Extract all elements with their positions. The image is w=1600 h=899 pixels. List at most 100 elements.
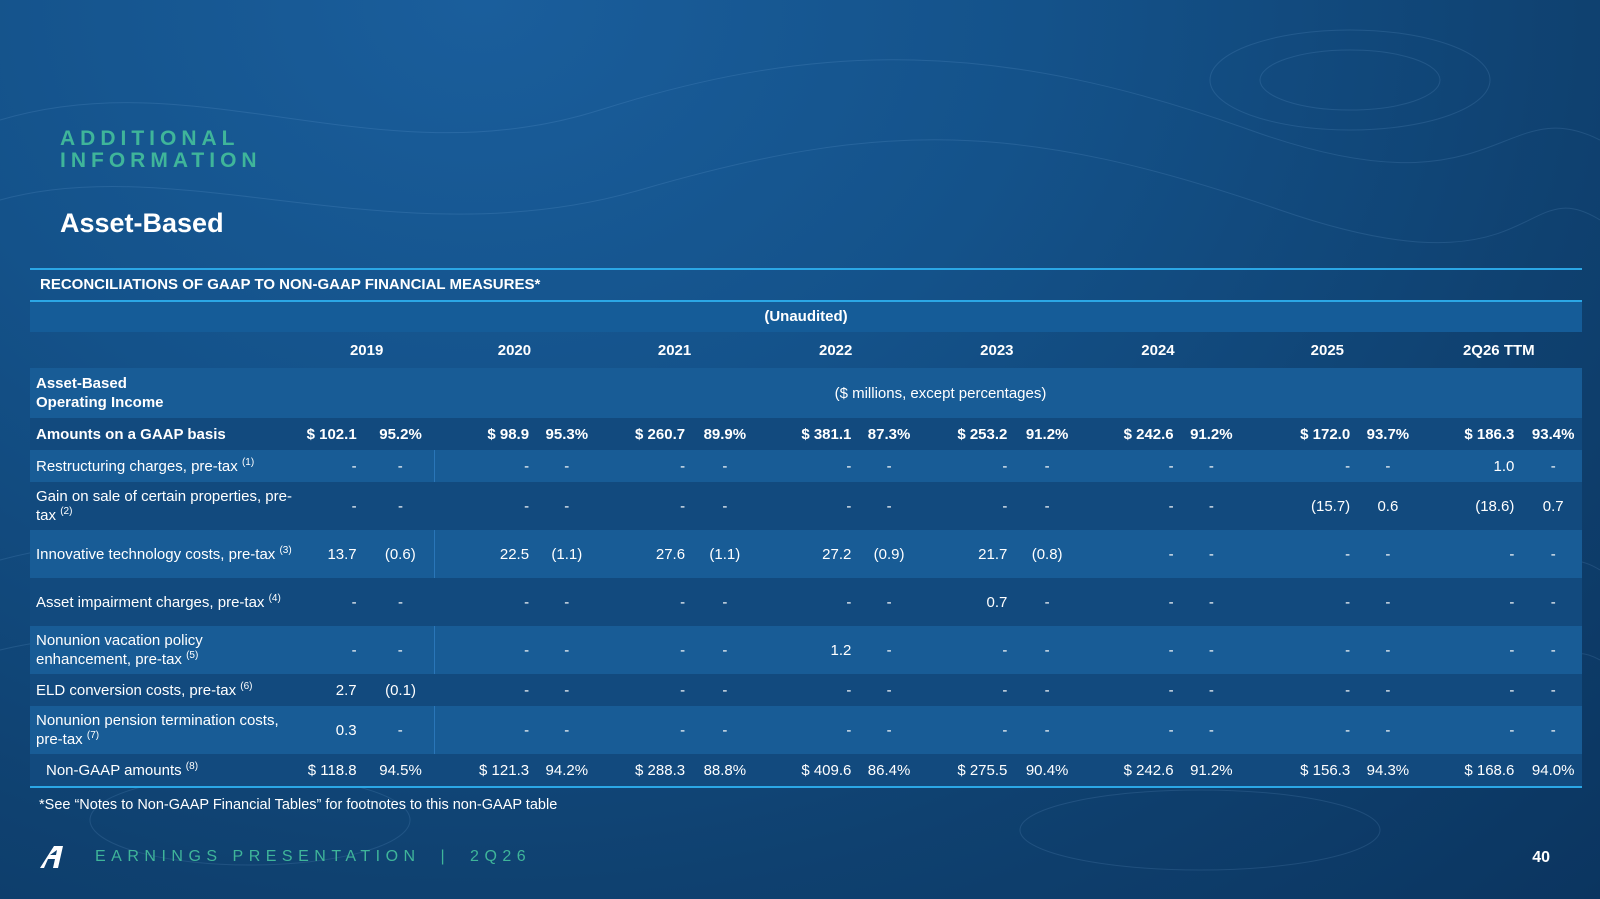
section-label: Asset-Based — [36, 375, 127, 392]
page-title: Asset-Based — [60, 208, 224, 238]
table-row: ELD conversion costs, pre-tax (6) 2.7 (0.1… — [30, 674, 1582, 706]
amount-cell: - — [298, 578, 367, 626]
footnote-marker: (2) — [60, 506, 73, 517]
amount-cell: - — [1239, 578, 1361, 626]
percent-cell: - — [1524, 626, 1582, 674]
percent-cell: - — [1360, 674, 1416, 706]
amount-cell: - — [916, 626, 1018, 674]
percent-cell: 93.4% — [1524, 418, 1582, 450]
amount-cell: - — [1415, 530, 1525, 578]
amount-cell: - — [433, 626, 540, 674]
percent-cell: - — [1360, 530, 1416, 578]
percent-cell: - — [861, 578, 917, 626]
row-label: Nonunion pension termination costs, pre-… — [30, 706, 299, 754]
amount-cell: - — [1415, 578, 1525, 626]
percent-cell: 94.5% — [366, 754, 435, 786]
percent-cell: - — [1524, 706, 1582, 754]
amount-cell: - — [1076, 706, 1184, 754]
amount-cell: - — [594, 706, 696, 754]
table-heading: RECONCILIATIONS OF GAAP TO NON-GAAP FINA… — [30, 268, 1582, 302]
amount-cell: - — [754, 706, 862, 754]
table-row: Nonunion vacation policy enhancement, pr… — [30, 626, 1582, 674]
unaudited-label: (Unaudited) — [30, 302, 1582, 332]
percent-cell: - — [539, 706, 595, 754]
company-logo-icon — [40, 846, 63, 868]
amount-cell: - — [916, 450, 1018, 482]
percent-cell: - — [695, 450, 755, 482]
percent-cell: (0.1) — [366, 674, 435, 706]
amount-cell: - — [1076, 530, 1184, 578]
amount-cell: - — [594, 450, 696, 482]
amount-cell: - — [1076, 674, 1184, 706]
amount-cell: $ 381.1 — [754, 418, 862, 450]
percent-cell: (0.6) — [366, 530, 435, 578]
percent-cell: 94.0% — [1524, 754, 1582, 786]
percent-cell: 94.2% — [539, 754, 595, 786]
amount-cell: $ 98.9 — [434, 418, 540, 450]
percent-cell: - — [861, 482, 917, 530]
amount-cell: - — [594, 482, 696, 530]
percent-cell: - — [861, 450, 917, 482]
amount-cell: 0.7 — [916, 578, 1018, 626]
amount-cell: 21.7 — [916, 530, 1018, 578]
amount-cell: $ 242.6 — [1076, 754, 1184, 786]
amount-cell: $ 253.2 — [916, 418, 1018, 450]
amount-cell: - — [1076, 450, 1184, 482]
percent-cell: - — [1524, 674, 1582, 706]
amount-cell: - — [433, 450, 540, 482]
percent-cell: - — [1183, 706, 1240, 754]
percent-cell: (1.1) — [539, 530, 595, 578]
footnote-marker: (3) — [279, 544, 292, 556]
amount-cell: - — [754, 450, 862, 482]
year-header: 2020 — [497, 341, 532, 359]
table-bottom-rule — [30, 786, 1582, 788]
row-label: Amounts on a GAAP basis — [30, 418, 299, 450]
amount-cell: - — [916, 482, 1018, 530]
percent-cell: - — [1183, 530, 1240, 578]
percent-cell: - — [366, 482, 435, 530]
amount-cell: - — [1239, 450, 1361, 482]
percent-cell: (1.1) — [695, 530, 755, 578]
percent-cell: - — [861, 626, 917, 674]
amount-cell: 22.5 — [433, 530, 540, 578]
amount-cell: $ 172.0 — [1239, 418, 1361, 450]
table-row: Non-GAAP amounts (8) $ 118.8 94.5% $ 121.3 9… — [30, 754, 1582, 786]
amount-cell: 2.7 — [298, 674, 367, 706]
amount-cell: - — [433, 706, 540, 754]
year-header: 2023 — [980, 341, 1014, 359]
amount-cell: - — [916, 706, 1018, 754]
percent-cell: - — [1360, 626, 1416, 674]
percent-cell: 93.7% — [1360, 418, 1416, 450]
footnote: *See “Notes to Non-GAAP Financial Tables… — [39, 797, 558, 813]
percent-cell: 86.4% — [861, 754, 917, 786]
percent-cell: (0.9) — [861, 530, 917, 578]
units-label: ($ millions, except percentages) — [298, 368, 1582, 418]
amount-cell: - — [594, 578, 696, 626]
amount-cell: - — [754, 482, 862, 530]
section-label: Operating Income — [36, 394, 164, 411]
table-row: Restructuring charges, pre-tax (1) - - - - - -… — [30, 450, 1582, 482]
section-kicker: ADDITIONAL INFORMATION — [60, 127, 262, 172]
amount-cell: $ 275.5 — [916, 754, 1018, 786]
footer-label: EARNINGS PRESENTATION | 2Q26 — [95, 848, 532, 865]
percent-cell: 91.2% — [1183, 418, 1240, 450]
table-row: Amounts on a GAAP basis $ 102.1 95.2% $ 98.… — [30, 418, 1582, 450]
footnote-marker: (5) — [186, 650, 199, 661]
year-header: 2Q26 TTM — [1462, 341, 1535, 359]
footnote-marker: (6) — [240, 680, 253, 692]
percent-cell: - — [539, 482, 595, 530]
amount-cell: - — [434, 482, 540, 530]
amount-cell: - — [594, 674, 696, 706]
amount-cell: 0.3 — [298, 706, 367, 754]
percent-cell: - — [1017, 450, 1077, 482]
percent-cell: 89.9% — [695, 418, 755, 450]
year-header: 2025 — [1310, 341, 1345, 359]
percent-cell: - — [695, 482, 755, 530]
reconciliation-table: RECONCILIATIONS OF GAAP TO NON-GAAP FINA… — [30, 268, 1582, 788]
percent-cell: - — [861, 706, 917, 754]
amount-cell: $ 102.1 — [298, 418, 367, 450]
percent-cell: 88.8% — [695, 754, 755, 786]
percent-cell: - — [1360, 450, 1416, 482]
amount-cell: - — [594, 626, 696, 674]
percent-cell: 95.3% — [539, 418, 595, 450]
